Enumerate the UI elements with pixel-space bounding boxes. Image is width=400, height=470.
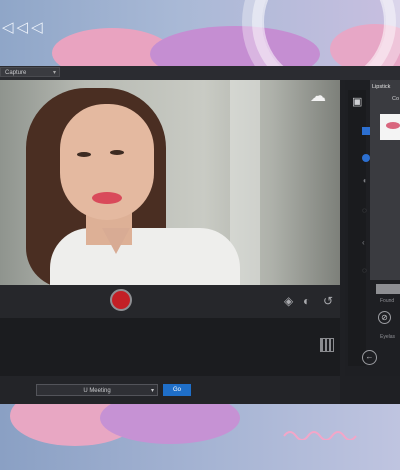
lipstick-popup [370,80,400,280]
lipstick-lips-icon [386,122,400,129]
tool-icon-2[interactable]: ◌ [362,206,367,215]
tool-icon-1[interactable]: ◖ [362,176,367,185]
monitor-icon[interactable]: ▣ [352,95,362,108]
grid-icon[interactable] [320,338,334,352]
popup-title: Lipstick [372,84,391,90]
tool-icon-3[interactable]: ‹ [362,238,365,247]
selected-tool-indicator[interactable] [362,127,370,135]
capture-dropdown[interactable]: Capture ▾ [0,67,60,77]
meeting-app-select[interactable]: U Meeting ▾ [36,384,158,396]
cloud-sync-icon[interactable]: ☁ [310,86,326,106]
effects-icon[interactable]: ◐ [303,294,310,308]
chevron-down-icon: ▾ [52,70,56,76]
chevron-down-icon: ▾ [150,388,154,394]
no-effect-icon[interactable]: ⊘ [378,311,391,324]
person-jacket [50,228,240,285]
person-eye-right [110,150,124,155]
go-button[interactable]: Go [163,384,191,396]
reset-icon[interactable]: ↺ [323,294,333,308]
decor-wave-icon [283,431,357,440]
eyelash-label: Eyelas [380,334,396,340]
person-eye-left [77,152,91,157]
record-button[interactable] [110,289,132,311]
capture-label: Capture [5,70,27,76]
layers-icon[interactable]: ◈ [284,294,293,308]
foundation-label: Found [380,298,395,304]
selected-dot-indicator[interactable] [362,154,370,162]
person-lips [92,192,122,204]
popup-slider[interactable] [376,284,400,294]
popup-subtitle: Co [392,96,400,102]
top-toolbar [0,66,400,80]
back-arrow-icon[interactable]: ← [362,350,377,365]
meeting-value: U Meeting [83,388,111,394]
tool-icon-4[interactable]: ◌ [362,266,367,275]
person-neckline [102,228,130,254]
lower-panel [0,318,340,376]
decor-arrows-icon: ◁◁◁ [2,19,46,36]
